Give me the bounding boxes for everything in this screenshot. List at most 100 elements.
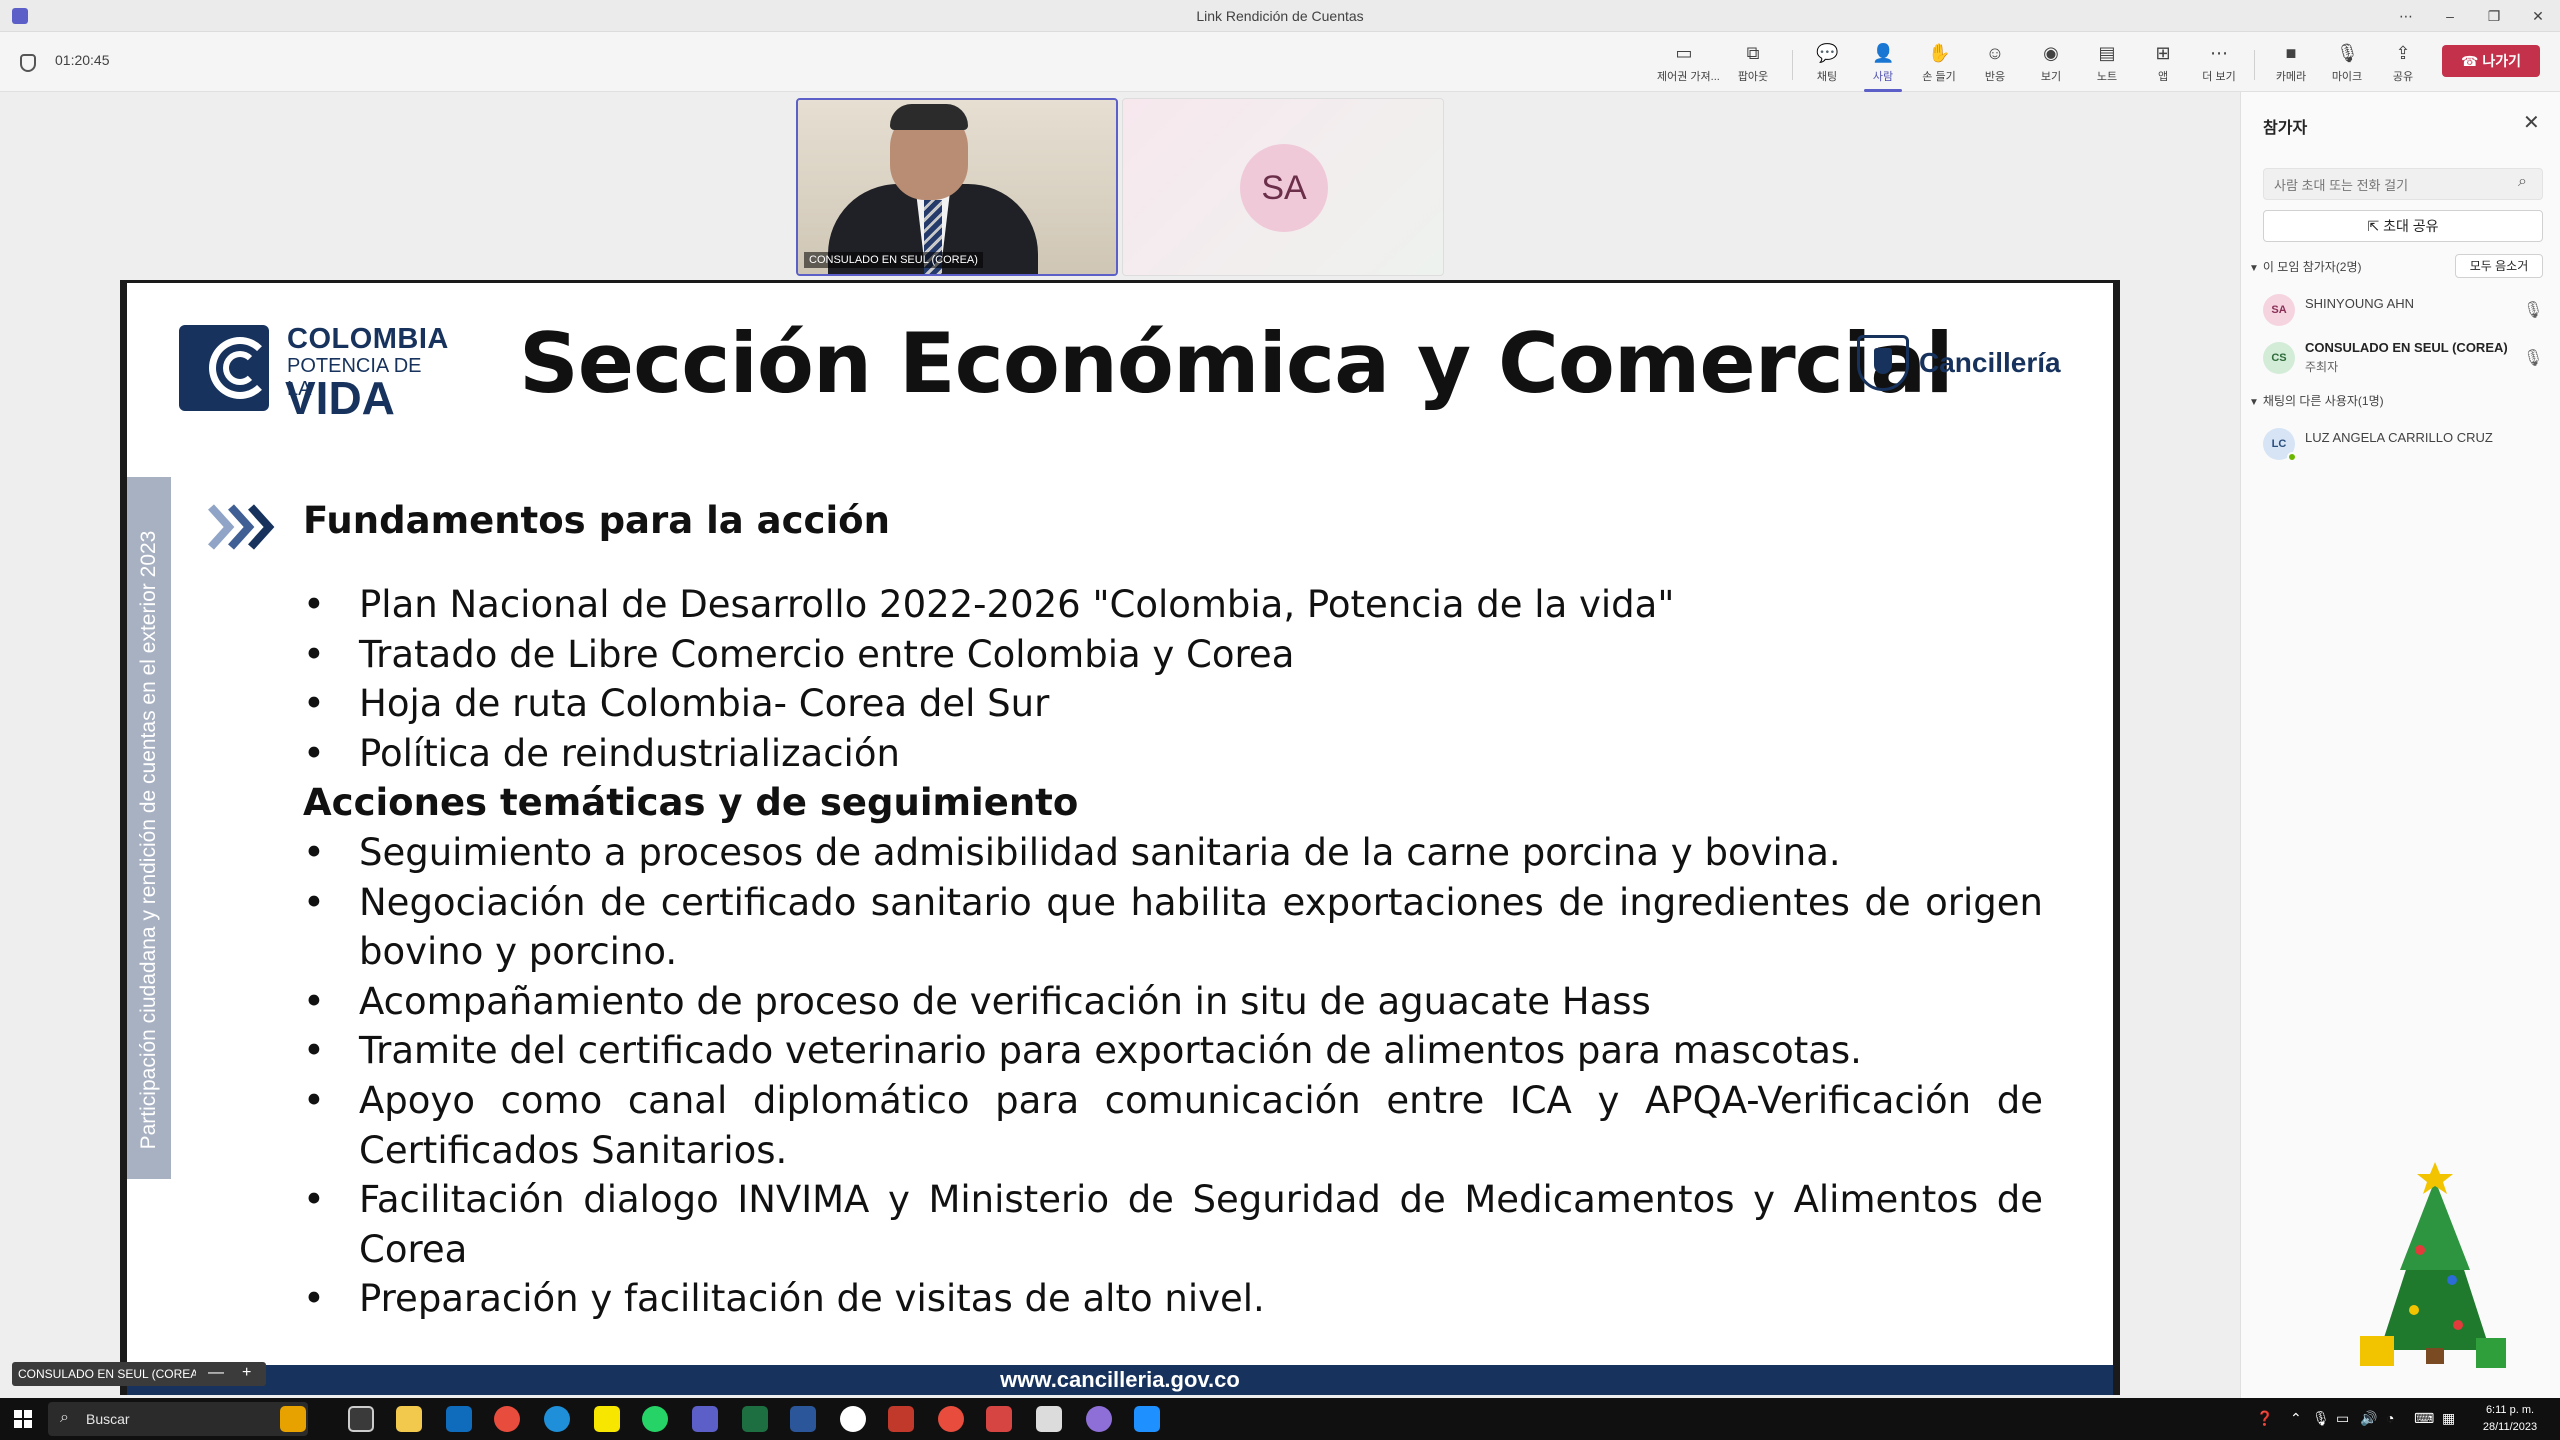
app-icon[interactable]: [1086, 1406, 1112, 1432]
section-chat-others[interactable]: ▼ 채팅의 다른 사용자(1명): [2249, 392, 2384, 409]
help-icon[interactable]: ❓: [2256, 1410, 2273, 1427]
calendar-app-icon[interactable]: [888, 1406, 914, 1432]
chat-button[interactable]: 💬 채팅: [1800, 40, 1854, 88]
panel-title: 참가자: [2263, 120, 2308, 137]
media-app-icon[interactable]: [840, 1406, 866, 1432]
cancilleria-logo: Cancillería: [1857, 333, 2061, 393]
window-title: Link Rendición de Cuentas: [1196, 8, 1364, 24]
list-item: Tramite del certificado veterinario para…: [303, 1026, 2043, 1076]
raise-hand-button[interactable]: ✋ 손 들기: [1912, 40, 1966, 88]
popout-button[interactable]: ⧉ 팝아웃: [1726, 40, 1780, 88]
mic-off-icon: 🎙: [2336, 43, 2359, 63]
file-explorer-icon[interactable]: [396, 1406, 422, 1432]
tray-expand-icon[interactable]: ⌃: [2290, 1410, 2302, 1427]
avatar: CS: [2263, 342, 2295, 374]
minimize-button[interactable]: –: [2428, 0, 2472, 32]
participant-avatar-tile[interactable]: SA: [1122, 98, 1444, 276]
chrome-icon[interactable]: [494, 1406, 520, 1432]
edge-icon[interactable]: [544, 1406, 570, 1432]
security-app-icon[interactable]: [1134, 1406, 1160, 1432]
slide-heading-fundamentos: Fundamentos para la acción: [303, 499, 890, 542]
take-control-button[interactable]: ▭ 제어권 가져...: [1657, 40, 1720, 88]
slide-title: Sección Económica y Comercial: [519, 315, 1954, 412]
reactions-button[interactable]: ☺ 반응: [1968, 40, 2022, 88]
language-icon[interactable]: ⌨: [2414, 1410, 2434, 1427]
volume-icon[interactable]: 🎙: [2312, 1410, 2330, 1427]
windows-start-icon[interactable]: [14, 1410, 32, 1428]
microphone-button[interactable]: 🎙 마이크: [2320, 40, 2374, 88]
video-person-hair: [890, 104, 968, 130]
kakaotalk-icon[interactable]: [594, 1406, 620, 1432]
outlook-icon[interactable]: [446, 1406, 472, 1432]
title-bar: Link Rendición de Cuentas ⋯ – ❐ ✕: [0, 0, 2560, 32]
more-button[interactable]: ⋯ 더 보기: [2192, 40, 2246, 88]
maximize-button[interactable]: ❐: [2472, 0, 2516, 32]
invite-search-input[interactable]: [2274, 175, 2504, 195]
participant-row[interactable]: CS CONSULADO EN SEUL (COREA) 주최자 🎙: [2263, 338, 2553, 378]
side-band-text: Participación ciudadana y rendición de c…: [137, 530, 160, 1150]
keyboard-icon[interactable]: ▦: [2442, 1410, 2455, 1427]
participant-video-tile[interactable]: CONSULADO EN SEUL (COREA): [796, 98, 1118, 276]
toolbar-divider: [1792, 50, 1793, 80]
meeting-toolbar: 01:20:45 ▭ 제어권 가져... ⧉ 팝아웃 💬 채팅 👤 사람 ✋ 손 들기 ☺…: [0, 32, 2560, 92]
invite-search-field[interactable]: ⌕: [2263, 168, 2543, 200]
coat-of-arms-icon: [1857, 335, 1909, 391]
section-in-meeting[interactable]: ▼ 이 모임 참가자(2명): [2249, 258, 2362, 275]
view-button[interactable]: ◉ 보기: [2024, 40, 2078, 88]
popout-icon: ⧉: [1746, 43, 1760, 63]
shared-slide: COLOMBIA POTENCIA DE LA VIDA Sección Eco…: [127, 283, 2113, 1395]
meeting-timer: 01:20:45: [55, 52, 110, 68]
camera-off-icon: ■: [2285, 43, 2297, 63]
toolbar-divider: [2254, 50, 2255, 80]
list-item: Preparación y facilitación de visitas de…: [303, 1274, 2043, 1324]
share-button[interactable]: ⇪ 공유: [2376, 40, 2430, 88]
acciones-list: Seguimiento a procesos de admisibilidad …: [303, 828, 2043, 1324]
word-icon[interactable]: [790, 1406, 816, 1432]
list-item: Acompañamiento de proceso de verificació…: [303, 977, 2043, 1027]
mute-all-button[interactable]: 모두 음소거: [2455, 254, 2543, 278]
participant-name: SHINYOUNG AHN: [2305, 296, 2415, 311]
network-icon[interactable]: ▭: [2336, 1410, 2349, 1427]
notes-button[interactable]: ▤ 노트: [2080, 40, 2134, 88]
video-name-label: CONSULADO EN SEUL (COREA): [804, 252, 983, 268]
more-options-icon[interactable]: ⋯: [2384, 0, 2428, 32]
taskbar-clock[interactable]: 6:11 p. m. 28/11/2023: [2470, 1402, 2550, 1436]
app-icon[interactable]: [986, 1406, 1012, 1432]
fundamentos-list: Plan Nacional de Desarrollo 2022-2026 "C…: [303, 580, 2043, 778]
zoom-in-button[interactable]: +: [242, 1362, 251, 1384]
apps-button[interactable]: ⊞ 앱: [2136, 40, 2190, 88]
notepad-icon[interactable]: [1036, 1406, 1062, 1432]
slide-footer: www.cancilleria.gov.co: [127, 1365, 2113, 1395]
participant-row[interactable]: SA SHINYOUNG AHN 🎙: [2263, 290, 2553, 330]
camera-button[interactable]: ■ 카메라: [2264, 40, 2318, 88]
apps-icon: ⊞: [2155, 43, 2171, 63]
excel-icon[interactable]: [742, 1406, 768, 1432]
list-item: Política de reindustrialización: [303, 729, 2043, 779]
battery-icon[interactable]: ◔: [2386, 1410, 2394, 1426]
list-item: Negociación de certificado sanitario que…: [303, 878, 2043, 977]
list-item: Tratado de Libre Comercio entre Colombia…: [303, 630, 2043, 680]
chevron-down-icon: ▼: [2249, 263, 2259, 274]
leave-button[interactable]: ☎ 나가기: [2442, 45, 2540, 77]
chrome-icon[interactable]: [938, 1406, 964, 1432]
participant-row[interactable]: LC LUZ ANGELA CARRILLO CRUZ: [2263, 424, 2553, 464]
list-item: Hoja de ruta Colombia- Corea del Sur: [303, 679, 2043, 729]
chevrons-icon: [208, 504, 275, 550]
participant-name: CONSULADO EN SEUL (COREA): [2305, 340, 2508, 355]
taskbar-search[interactable]: ⌕ Buscar: [48, 1402, 308, 1436]
teams-icon[interactable]: [692, 1406, 718, 1432]
speaker-icon[interactable]: 🔊: [2360, 1410, 2377, 1427]
task-view-icon[interactable]: [348, 1406, 374, 1432]
clock-time: 6:11 p. m.: [2485, 1404, 2535, 1416]
close-window-button[interactable]: ✕: [2516, 0, 2560, 32]
people-button[interactable]: 👤 사람: [1856, 40, 1910, 92]
close-panel-icon[interactable]: ✕: [2523, 110, 2540, 135]
people-icon: 👤: [1872, 43, 1895, 63]
share-invite-button[interactable]: ⇱ 초대 공유: [2263, 210, 2543, 242]
colombia-logo-mark: [179, 325, 271, 411]
whatsapp-icon[interactable]: [642, 1406, 668, 1432]
phone-icon: ☎: [2461, 53, 2483, 69]
presenter-name-tag: CONSULADO EN SEUL (COREA): [12, 1362, 209, 1386]
taskbar-app-icon[interactable]: [280, 1406, 306, 1432]
zoom-out-button[interactable]: —: [208, 1362, 224, 1384]
